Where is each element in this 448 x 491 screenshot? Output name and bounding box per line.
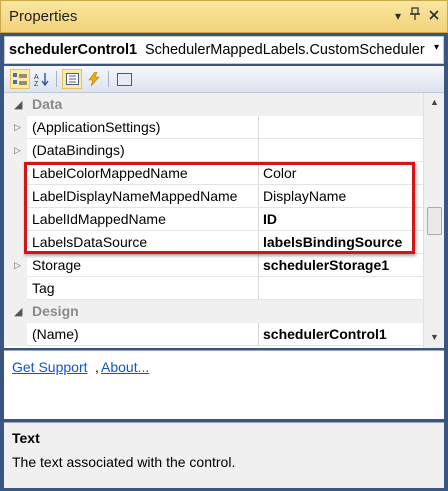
window-title: Properties [9,8,78,25]
property-value[interactable]: ID [258,208,423,231]
scroll-up-icon[interactable]: ▲ [430,97,439,107]
property-row[interactable]: Tag [4,277,423,300]
properties-icon[interactable] [62,69,82,89]
property-value[interactable]: schedulerControl1 [258,323,423,346]
property-row[interactable]: LabelIdMappedName ID [4,208,423,231]
property-row[interactable]: LabelColorMappedName Color [4,162,423,185]
property-name: Storage [32,257,82,273]
property-name: LabelColorMappedName [32,165,188,181]
property-name: LabelsDataSource [32,234,148,250]
scrollbar-thumb[interactable] [427,207,442,235]
alphabetical-icon[interactable]: AZ [32,69,52,89]
property-row[interactable]: ▷ (ApplicationSettings) [4,116,423,139]
chevron-down-icon[interactable]: ▾ [434,42,439,53]
property-value[interactable]: labelsBindingSource [258,231,423,254]
get-support-link[interactable]: Get Support [12,359,88,375]
description-pane: Text The text associated with the contro… [4,422,444,488]
property-row[interactable]: LabelsDataSource labelsBindingSource [4,231,423,254]
svg-text:A: A [34,74,39,81]
vertical-scrollbar[interactable]: ▲ ▼ [423,93,444,348]
description-title: Text [12,430,40,446]
collapse-icon[interactable]: ◢ [14,305,22,318]
window-dropdown-button[interactable]: ▾ [389,7,407,25]
property-name: (ApplicationSettings) [32,119,161,135]
categorized-icon[interactable] [10,69,30,89]
expand-icon[interactable]: ▷ [14,145,21,156]
property-name: (Name) [32,326,79,342]
property-value[interactable]: DisplayName [258,185,423,208]
property-name: LabelDisplayNameMappedName [32,188,238,204]
property-name: LabelIdMappedName [32,211,166,227]
object-name: schedulerControl1 [9,42,138,58]
properties-window: Properties ▾ schedulerControl1 Scheduler… [0,0,448,491]
events-icon[interactable] [84,69,104,89]
property-grid: ◢ Data ▷ (ApplicationSettings) ▷ (DataBi… [4,93,444,348]
category-data[interactable]: ◢ Data [4,93,423,116]
title-bar[interactable]: Properties ▾ [0,0,448,33]
property-value[interactable] [258,277,423,300]
toolbar-separator [108,71,109,87]
toolbar-separator [56,71,57,87]
expand-icon[interactable]: ▷ [14,260,21,271]
property-value[interactable]: Color [258,162,423,185]
property-pages-icon[interactable] [114,69,134,89]
property-row[interactable]: ▷ (DataBindings) [4,139,423,162]
about-link[interactable]: About... [101,359,149,375]
commands-pane: Get Support , About... [4,350,444,419]
property-row[interactable]: ▷ Storage schedulerStorage1 [4,254,423,277]
category-design[interactable]: ◢ Design [4,300,423,323]
property-name: Tag [32,280,55,296]
scroll-down-icon[interactable]: ▼ [430,332,439,342]
expand-icon[interactable]: ▷ [14,122,21,133]
properties-toolbar: AZ [4,66,444,93]
object-type: SchedulerMappedLabels.CustomScheduler [145,42,425,58]
property-value[interactable] [258,139,423,162]
property-row[interactable]: (Name) schedulerControl1 [4,323,423,346]
object-selector[interactable]: schedulerControl1 SchedulerMappedLabels.… [4,36,444,64]
property-row[interactable]: LabelDisplayNameMappedName DisplayName [4,185,423,208]
property-value[interactable]: schedulerStorage1 [258,254,423,277]
svg-text:Z: Z [34,81,39,86]
description-text: The text associated with the control. [12,454,236,470]
category-label: Data [32,96,63,112]
category-label: Design [32,303,79,319]
property-value[interactable] [258,116,423,139]
link-separator: , [95,359,99,375]
pin-icon[interactable] [406,7,424,25]
collapse-icon[interactable]: ◢ [14,98,22,111]
close-icon[interactable] [425,7,443,25]
property-name: (DataBindings) [32,142,125,158]
